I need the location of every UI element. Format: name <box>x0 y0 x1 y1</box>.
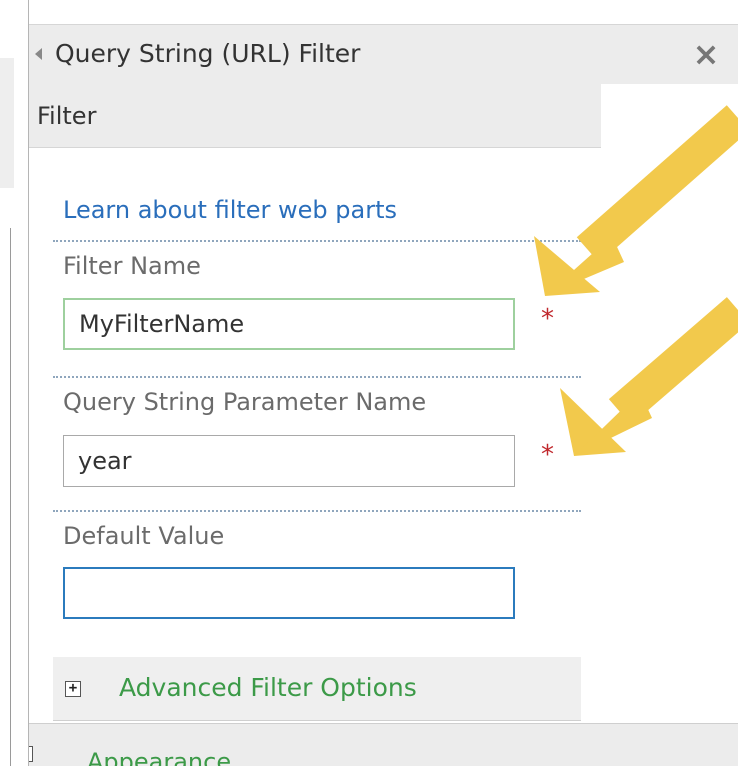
background-divider <box>10 228 11 766</box>
field-separator <box>53 376 581 378</box>
filter-name-label: Filter Name <box>63 252 201 280</box>
filter-section-header: Filter <box>29 84 601 148</box>
close-icon[interactable]: × <box>691 37 721 71</box>
pane-header: Query String (URL) Filter × <box>29 24 738 84</box>
appearance-label[interactable]: Appearance <box>87 748 231 766</box>
default-value-label: Default Value <box>63 522 225 550</box>
default-value-input[interactable] <box>63 567 515 619</box>
appearance-section[interactable]: − Appearance <box>29 723 738 766</box>
query-param-required-mark: * <box>541 440 554 470</box>
query-param-input[interactable] <box>63 435 515 487</box>
advanced-filter-options-label[interactable]: Advanced Filter Options <box>119 673 417 702</box>
filter-name-input[interactable] <box>63 298 515 350</box>
tool-pane: Query String (URL) Filter × Filter Learn… <box>28 0 738 766</box>
query-param-label: Query String Parameter Name <box>63 388 427 416</box>
filter-section-title: Filter <box>37 102 97 130</box>
background-panel-edge <box>0 58 14 188</box>
field-separator <box>53 510 581 512</box>
collapse-minus-icon[interactable]: − <box>29 746 33 762</box>
field-separator <box>53 240 581 242</box>
expand-plus-icon[interactable]: + <box>65 681 81 697</box>
filter-name-required-mark: * <box>541 304 554 334</box>
advanced-filter-options-section[interactable]: + Advanced Filter Options <box>53 657 581 721</box>
learn-about-filters-link[interactable]: Learn about filter web parts <box>63 196 397 224</box>
pane-title: Query String (URL) Filter <box>55 39 361 68</box>
collapse-left-icon[interactable] <box>35 48 42 60</box>
